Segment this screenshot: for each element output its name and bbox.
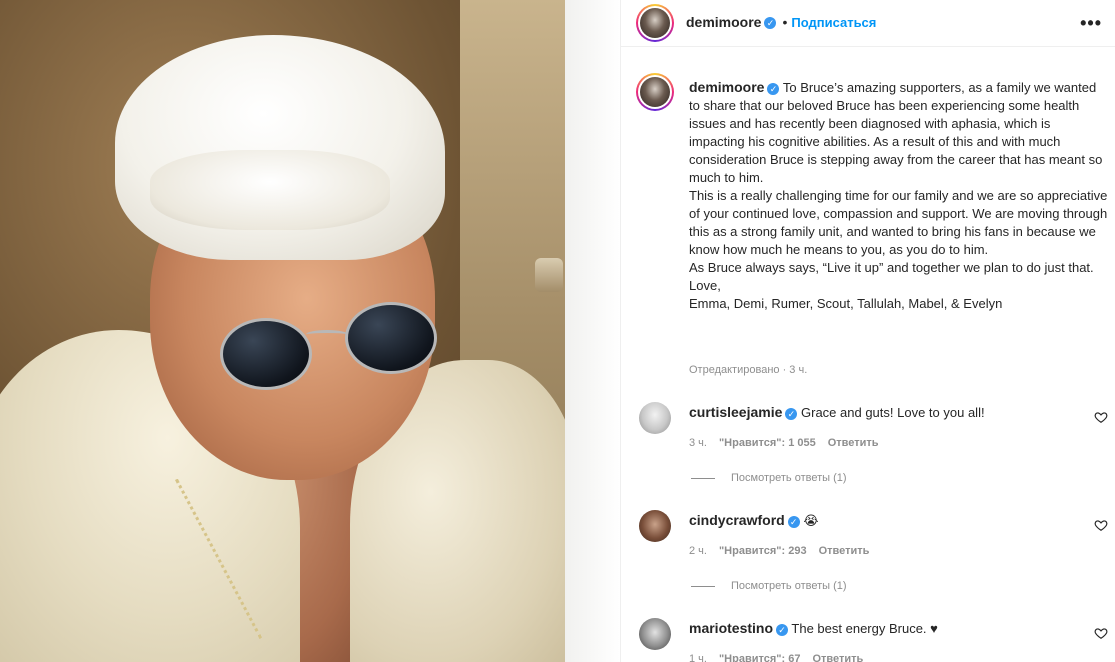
verified-icon: ✓ <box>764 17 777 30</box>
comment-likes[interactable]: "Нравится": 67 <box>719 653 800 662</box>
header-user: demimoore ✓ • Подписаться <box>686 14 876 30</box>
photo-sunglasses-bridge <box>306 330 348 339</box>
edited-timestamp: Отредактировано · 3 ч. <box>689 364 808 376</box>
view-replies-button[interactable]: Посмотреть ответы (1) <box>691 472 847 484</box>
comment-username[interactable]: cindycrawford <box>689 512 785 528</box>
heart-icon[interactable] <box>1094 626 1108 640</box>
verified-icon: ✓ <box>785 407 798 420</box>
view-replies-button[interactable]: Посмотреть ответы (1) <box>691 580 847 592</box>
caption-paragraph: This is a really challenging time for ou… <box>689 188 1108 257</box>
comment-likes[interactable]: "Нравится": 293 <box>719 545 807 557</box>
post-side-panel: demimoore ✓ • Подписаться ••• demimoore ✓ To… <box>620 0 1115 662</box>
comment-meta: 3 ч. "Нравится": 1 055 Ответить <box>689 437 891 449</box>
separator-dot: • <box>782 14 788 30</box>
comment-meta: 1 ч. "Нравится": 67 Ответить <box>689 653 875 662</box>
author-avatar[interactable] <box>636 4 674 42</box>
comment-time[interactable]: 2 ч. <box>689 545 707 557</box>
photo-sunglasses-right-lens <box>345 302 437 374</box>
caption-paragraph: demimoore ✓ To Bruce’s amazing supporters… <box>689 78 1109 187</box>
comment-time[interactable]: 1 ч. <box>689 653 707 662</box>
reply-button[interactable]: Ответить <box>819 545 870 557</box>
reply-button[interactable]: Ответить <box>812 653 863 662</box>
post-header: demimoore ✓ • Подписаться ••• <box>621 0 1115 47</box>
comment-username[interactable]: mariotestino <box>689 620 773 636</box>
caption-paragraph: Emma, Demi, Rumer, Scout, Tallulah, Mabe… <box>689 296 1003 311</box>
caption-paragraph: Love, <box>689 278 721 293</box>
reply-button[interactable]: Ответить <box>828 437 879 449</box>
header-username[interactable]: demimoore <box>686 14 761 30</box>
caption-paragraph: As Bruce always says, “Live it up” and t… <box>689 260 1094 275</box>
verified-icon: ✓ <box>776 623 789 636</box>
comment-avatar[interactable] <box>639 510 671 542</box>
comment-avatar[interactable] <box>639 402 671 434</box>
comment-text: mariotestino ✓ The best energy Bruce. ♥ <box>689 620 938 636</box>
comment-body: 😭 <box>803 513 819 528</box>
photo-right-strip <box>565 0 620 662</box>
verified-icon: ✓ <box>787 515 800 528</box>
heart-icon[interactable] <box>1094 410 1108 424</box>
comment-avatar[interactable] <box>639 618 671 650</box>
comment-text: cindycrawford ✓ 😭 <box>689 512 819 529</box>
post-photo[interactable] <box>0 0 620 662</box>
comment-meta: 2 ч. "Нравится": 293 Ответить <box>689 545 881 557</box>
comment-body: The best energy Bruce. ♥ <box>791 621 938 636</box>
heart-icon[interactable] <box>1094 518 1108 532</box>
comment-body: Grace and guts! Love to you all! <box>801 405 985 420</box>
replies-line <box>691 477 715 479</box>
follow-button[interactable]: Подписаться <box>791 15 876 30</box>
photo-sunglasses-left-lens <box>220 318 312 390</box>
view-replies-label: Посмотреть ответы (1) <box>731 472 847 484</box>
comment-text: curtisleejamie ✓ Grace and guts! Love to … <box>689 404 985 420</box>
comment-time[interactable]: 3 ч. <box>689 437 707 449</box>
photo-wall-fixture <box>535 258 563 292</box>
comment-likes[interactable]: "Нравится": 1 055 <box>719 437 816 449</box>
replies-line <box>691 585 715 587</box>
verified-icon: ✓ <box>767 82 780 95</box>
photo-towel-fold <box>150 150 390 230</box>
caption-username[interactable]: demimoore <box>689 79 764 95</box>
caption-author-avatar[interactable] <box>636 73 674 111</box>
view-replies-label: Посмотреть ответы (1) <box>731 580 847 592</box>
comment-username[interactable]: curtisleejamie <box>689 404 782 420</box>
post-caption: demimoore ✓ To Bruce’s amazing supporters… <box>689 78 1109 313</box>
more-options-icon[interactable]: ••• <box>1080 13 1102 34</box>
caption-text: To Bruce’s amazing supporters, as a fami… <box>689 80 1103 185</box>
